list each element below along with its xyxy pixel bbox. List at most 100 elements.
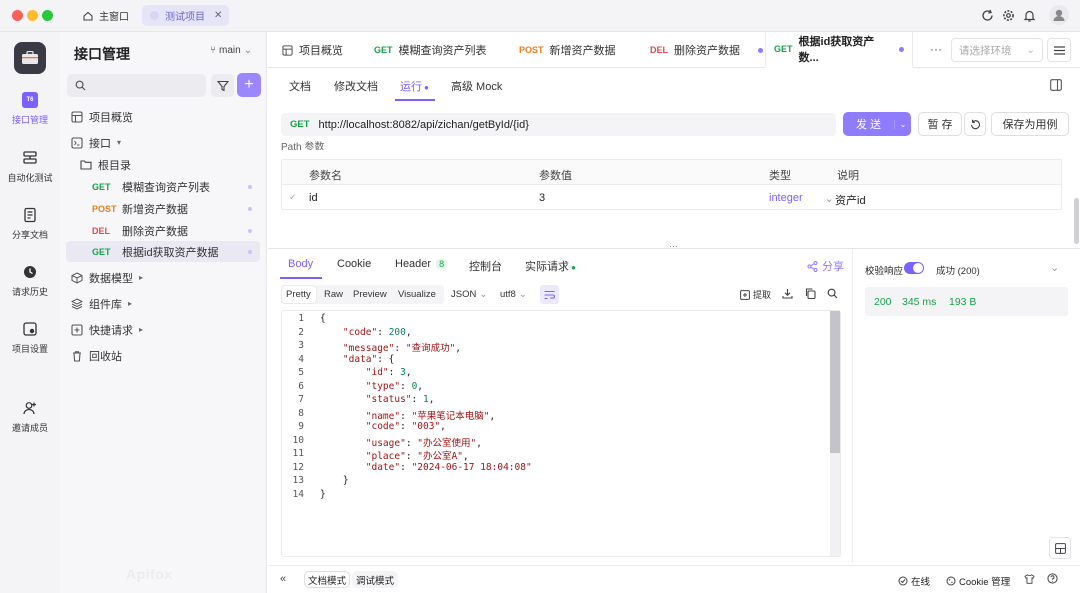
response-tab-actual-request[interactable]: 实际请求 ●	[525, 258, 576, 274]
send-button[interactable]: 发 送 ⌄	[843, 112, 911, 136]
view-preview-button[interactable]: Preview	[353, 289, 387, 300]
close-window-button[interactable]	[12, 10, 23, 21]
param-value[interactable]: 3	[539, 192, 545, 204]
subtab-advanced-mock[interactable]: 高级 Mock	[451, 78, 502, 94]
response-tab-body[interactable]: Body	[288, 258, 313, 270]
layers-icon	[71, 297, 83, 310]
debug-mode-button[interactable]: 调试模式	[352, 571, 398, 588]
sidebar-item-data-models[interactable]: 数据模型 ▸	[68, 267, 260, 288]
sidebar-api-item-active[interactable]: GET 根据id获取资产数据	[66, 241, 260, 262]
tab-get-by-id[interactable]: GET 根据id获取资产数...	[765, 32, 913, 68]
response-tab-console[interactable]: 控制台	[469, 258, 502, 274]
shirt-theme-icon[interactable]	[1024, 574, 1035, 584]
wrap-lines-button[interactable]	[540, 285, 559, 304]
code-line-number: 4	[298, 353, 304, 365]
sidebar-item-interfaces[interactable]: 接口 ▾	[68, 132, 260, 153]
tab-overview[interactable]: 项目概览	[274, 32, 351, 68]
view-pretty-button[interactable]: Pretty	[286, 289, 311, 300]
layout-toggle-button[interactable]	[1049, 537, 1071, 559]
rail-item-automated-tests[interactable]: 自动化测试	[0, 150, 60, 184]
format-select[interactable]: JSON ⌄	[451, 289, 487, 300]
tab-delete-asset[interactable]: DEL 删除资产数据	[642, 32, 771, 68]
cookie-manager-button[interactable]: Cookie 管理	[946, 574, 1010, 588]
settings-gear-icon[interactable]	[1001, 8, 1016, 23]
subtab-docs[interactable]: 文档	[289, 78, 311, 94]
request-url[interactable]: http://localhost:8082/api/zichan/getById…	[319, 119, 529, 131]
col-param-value: 参数值	[539, 170, 572, 182]
maximize-window-button[interactable]	[42, 10, 53, 21]
code-line-number: 8	[298, 407, 304, 419]
refresh-icon[interactable]	[980, 8, 995, 23]
url-bar[interactable]: GET http://localhost:8082/api/zichan/get…	[281, 113, 836, 136]
sidebar-api-item[interactable]: GET 模糊查询资产列表	[92, 176, 260, 197]
response-tab-cookie[interactable]: Cookie	[337, 258, 371, 270]
view-raw-button[interactable]: Raw	[324, 289, 343, 300]
save-draft-button[interactable]: 暂 存	[918, 112, 962, 136]
sidebar-item-recycle-bin[interactable]: 回收站	[68, 345, 260, 366]
environment-select[interactable]: 请选择环境 ⌄	[951, 38, 1043, 62]
extract-button[interactable]: 提取	[740, 288, 771, 301]
validate-toggle[interactable]	[904, 262, 924, 274]
request-method[interactable]: GET	[290, 119, 310, 130]
sidebar-item-overview[interactable]: 项目概览	[68, 106, 260, 127]
collapse-sidebar-icon[interactable]: «	[280, 573, 286, 585]
rail-item-request-history[interactable]: 请求历史	[0, 264, 60, 298]
tab-test-project[interactable]: 测试项目 ✕	[142, 5, 230, 26]
vertical-scrollbar[interactable]	[1074, 198, 1079, 244]
param-type-select[interactable]: integer ⌄	[769, 192, 834, 205]
response-size: 193 B	[949, 296, 977, 308]
environment-menu-button[interactable]	[1047, 38, 1071, 62]
download-icon[interactable]	[782, 288, 793, 299]
more-tabs-button[interactable]: ···	[930, 42, 942, 56]
cookie-icon	[946, 576, 956, 586]
response-body-code[interactable]: 1 {2 "code": 200, 3 "message": "查询成功", 4 "d…	[281, 310, 841, 557]
doc-mode-button[interactable]: 文档模式	[304, 571, 350, 588]
copy-icon[interactable]	[805, 288, 816, 299]
add-api-button[interactable]: +	[237, 73, 261, 97]
api-search-input[interactable]	[67, 74, 206, 97]
tab-fuzzy-query[interactable]: GET 模糊查询资产列表	[366, 32, 495, 68]
sidebar-item-quick-requests[interactable]: 快捷请求 ▸	[68, 319, 260, 340]
param-name[interactable]: id	[309, 192, 318, 204]
filter-button[interactable]	[211, 74, 234, 97]
encoding-select[interactable]: utf8 ⌄	[500, 289, 527, 300]
tab-add-asset[interactable]: POST 新增资产数据	[511, 32, 624, 68]
row-enabled-checkbox[interactable]: ✓	[289, 192, 297, 203]
drag-handle-icon[interactable]: ···	[669, 241, 678, 251]
save-as-case-button[interactable]: 保存为用例	[991, 112, 1069, 136]
send-dropdown-icon[interactable]: ⌄	[894, 119, 911, 129]
project-logo[interactable]	[14, 42, 46, 74]
sidebar-api-item[interactable]: DEL 删除资产数据	[92, 220, 260, 241]
document-icon	[24, 207, 36, 223]
rail-item-share-docs[interactable]: 分享文档	[0, 207, 60, 241]
help-icon[interactable]	[1047, 573, 1058, 584]
reset-button[interactable]	[964, 112, 986, 136]
sidebar-item-root-dir[interactable]: 根目录	[80, 154, 260, 175]
code-line: }	[320, 488, 326, 500]
minimize-window-button[interactable]	[27, 10, 38, 21]
code-line: }	[320, 475, 349, 486]
toggle-panel-icon[interactable]	[1050, 79, 1062, 91]
cookie-manager-label: Cookie 管理	[959, 577, 1011, 588]
view-visualize-button[interactable]: Visualize	[398, 289, 436, 300]
branch-selector[interactable]: ⑂ main ⌄	[210, 45, 252, 56]
response-tab-header[interactable]: Header 8	[395, 258, 448, 270]
subtab-edit-docs[interactable]: 修改文档	[334, 78, 378, 94]
unsaved-dot	[899, 46, 904, 52]
online-status[interactable]: 在线	[898, 574, 930, 588]
bell-icon[interactable]	[1022, 8, 1037, 23]
user-avatar[interactable]	[1049, 5, 1069, 25]
share-button[interactable]: 分享	[807, 258, 844, 274]
param-desc[interactable]: 资产id	[835, 192, 866, 208]
rail-item-invite-members[interactable]: 邀请成员	[0, 400, 60, 434]
tab-close-icon[interactable]: ✕	[214, 10, 222, 21]
subtab-run[interactable]: 运行 ●	[400, 78, 429, 94]
rail-item-api-management[interactable]: T6 接口管理	[0, 92, 60, 126]
code-scrollbar-thumb[interactable]	[830, 311, 840, 453]
tab-main-window[interactable]: 主窗口	[75, 5, 136, 26]
chevron-down-icon[interactable]: ⌄	[1050, 261, 1059, 274]
sidebar-item-components[interactable]: 组件库 ▸	[68, 293, 260, 314]
sidebar-api-item[interactable]: POST 新增资产数据	[92, 198, 260, 219]
rail-item-project-settings[interactable]: 项目设置	[0, 321, 60, 355]
search-code-icon[interactable]	[827, 288, 838, 299]
